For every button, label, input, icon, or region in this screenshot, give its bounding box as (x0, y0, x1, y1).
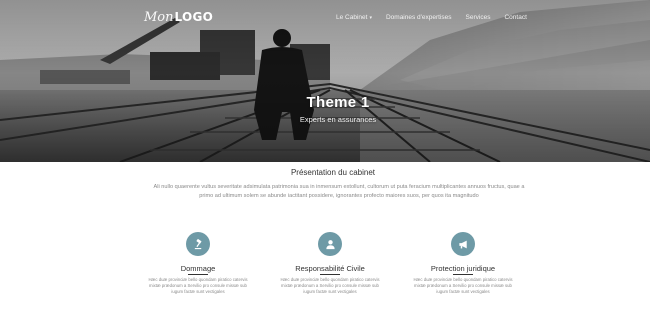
hero-title: Theme 1 (306, 94, 370, 111)
feature-protection-juridique: Protection juridique Hæc duæ provinciæ b… (388, 232, 538, 296)
feature-text: Hæc duæ provinciæ bello quondam piratico… (413, 277, 513, 295)
feature-underline (188, 274, 208, 275)
feature-title: Protection juridique (430, 264, 496, 273)
feature-text: Hæc duæ provinciæ bello quondam piratico… (148, 277, 248, 295)
nav-item-label: Le Cabinet (336, 14, 368, 21)
feature-icon-circle[interactable] (186, 232, 210, 256)
feature-title: Dommage (180, 264, 216, 273)
feature-text: Hæc duæ provinciæ bello quondam piratico… (280, 277, 380, 295)
nav-item-services[interactable]: Services (466, 14, 491, 21)
feature-icon-circle[interactable] (451, 232, 475, 256)
presentation-text: Ali nullo quaerente vultus severitate ad… (153, 184, 525, 199)
logo-script-text: Mon (144, 10, 174, 25)
main-nav: Le Cabinet ▾ Domaines d'expertises Servic… (336, 14, 541, 21)
megaphone-icon (458, 240, 467, 248)
nav-item-le-cabinet[interactable]: Le Cabinet ▾ (336, 14, 372, 21)
navbar: Mon LOGO Le Cabinet ▾ Domaines d'expertis… (0, 0, 650, 38)
nav-item-contact[interactable]: Contact (504, 14, 526, 21)
feature-underline (320, 274, 340, 275)
feature-title: Responsabilité Civile (295, 264, 365, 273)
hero-banner: Mon LOGO Le Cabinet ▾ Domaines d'expertis… (0, 0, 650, 162)
site-logo[interactable]: Mon LOGO (144, 10, 213, 28)
user-icon (325, 239, 335, 249)
chevron-down-icon: ▾ (369, 15, 372, 21)
feature-dommage: Dommage Hæc duæ provinciæ bello quondam … (123, 232, 273, 296)
feature-icon-circle[interactable] (318, 232, 342, 256)
logo-word-text: LOGO (174, 10, 214, 24)
hero-subtitle: Experts en assurances (299, 115, 377, 124)
nav-item-domaines[interactable]: Domaines d'expertises (386, 14, 452, 21)
feature-underline (453, 274, 473, 275)
gavel-icon (194, 238, 201, 249)
presentation-title: Présentation du cabinet (290, 168, 376, 177)
feature-responsabilite-civile: Responsabilité Civile Hæc duæ provinciæ … (255, 232, 405, 296)
